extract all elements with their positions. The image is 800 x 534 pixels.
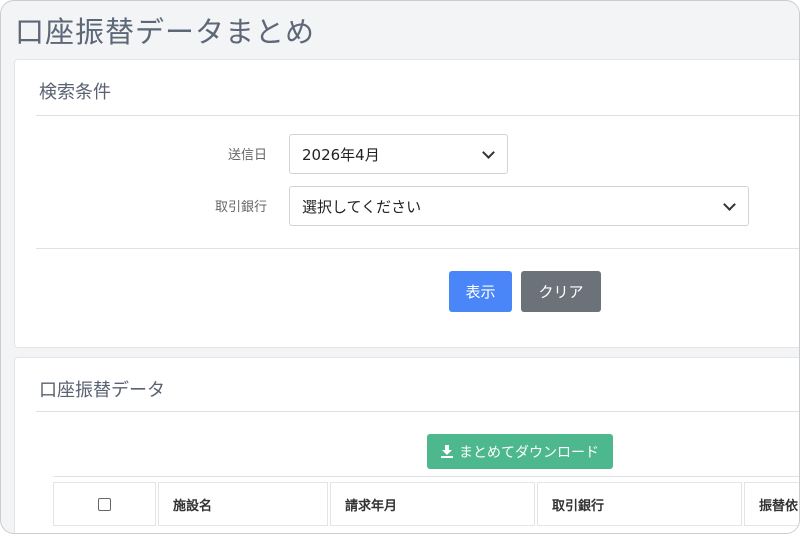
show-button[interactable]: 表示 (449, 271, 512, 312)
bank-value: 選択してください (302, 197, 422, 216)
transfer-data-card: 口座振替データ まとめてダウンロード 施設名 請求年月 取引銀行 振替依 (14, 357, 799, 533)
download-icon (441, 445, 453, 458)
search-conditions-header: 検索条件 (39, 82, 111, 103)
select-all-header (53, 482, 156, 526)
bank-select[interactable]: 選択してください (289, 186, 749, 226)
bank-label: 取引銀行 (214, 200, 267, 215)
send-date-label: 送信日 (227, 148, 267, 163)
select-all-checkbox[interactable] (98, 497, 111, 511)
search-conditions-card: 検索条件 送信日 2026年4月 取引銀行 選択してください 表示 クリア (14, 59, 799, 348)
page-title: 口座振替データまとめ (15, 15, 316, 49)
column-header-bank[interactable]: 取引銀行 (537, 482, 742, 526)
column-header-transfer-request[interactable]: 振替依 (744, 482, 799, 526)
send-date-value: 2026年4月 (302, 145, 380, 164)
column-header-facility[interactable]: 施設名 (158, 482, 328, 526)
clear-button[interactable]: クリア (521, 271, 601, 312)
bulk-download-label: まとめてダウンロード (459, 444, 599, 461)
bulk-download-button[interactable]: まとめてダウンロード (427, 434, 613, 469)
form-divider (36, 248, 799, 249)
send-date-select[interactable]: 2026年4月 (289, 134, 508, 174)
header-divider (36, 115, 799, 116)
transfer-data-header: 口座振替データ (39, 380, 165, 401)
transfer-data-table: 施設名 請求年月 取引銀行 振替依 (53, 476, 799, 533)
column-header-billing-month[interactable]: 請求年月 (330, 482, 535, 526)
header-divider (36, 411, 799, 412)
chevron-down-icon (482, 145, 495, 159)
chevron-down-icon (723, 197, 736, 211)
app-frame: 口座振替データまとめ 検索条件 送信日 2026年4月 取引銀行 選択してくださ… (0, 0, 800, 534)
